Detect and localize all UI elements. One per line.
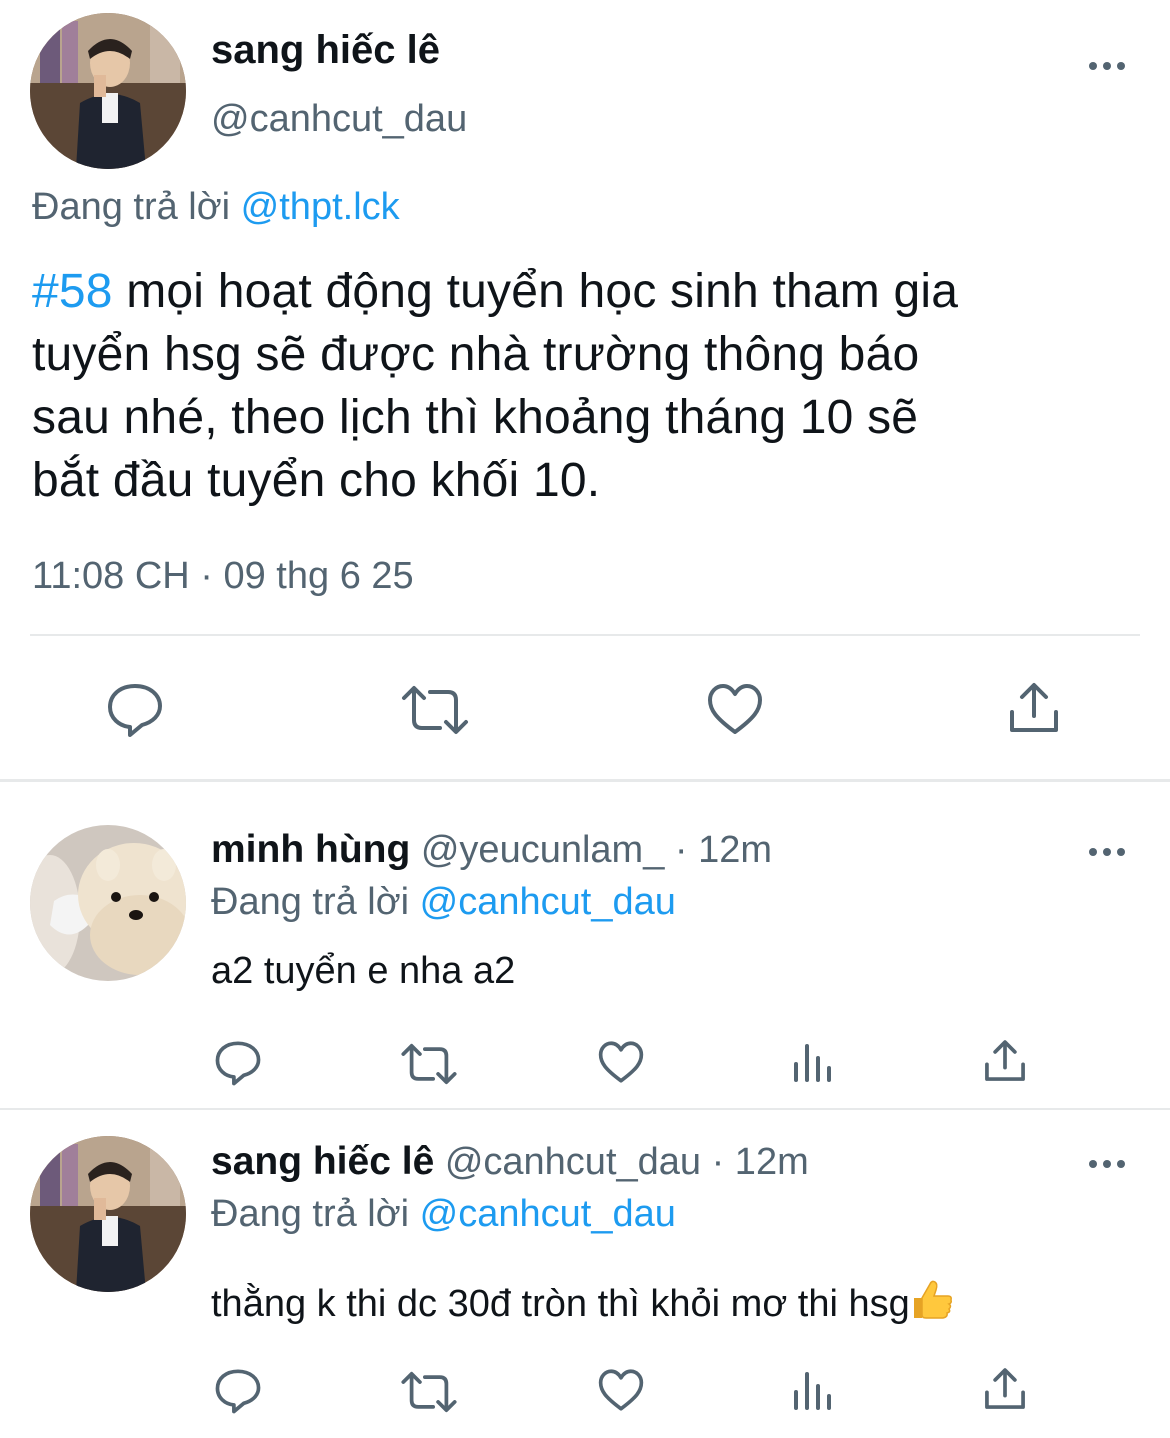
retweet-icon[interactable] bbox=[400, 1370, 458, 1414]
main-handle[interactable]: @canhcut_dau bbox=[211, 98, 467, 141]
like-icon[interactable] bbox=[597, 1368, 645, 1412]
replying-mention[interactable]: @thpt.lck bbox=[241, 186, 400, 228]
like-icon[interactable] bbox=[597, 1040, 645, 1084]
thumbs-up-icon bbox=[910, 1278, 954, 1330]
reply-display-name[interactable]: sang hiếc lê bbox=[211, 1140, 434, 1183]
main-avatar[interactable] bbox=[30, 13, 186, 169]
share-icon[interactable] bbox=[982, 1366, 1028, 1412]
more-options-icon[interactable] bbox=[1087, 842, 1127, 862]
reply-icon[interactable] bbox=[106, 682, 164, 738]
replying-prefix: Đang trả lời bbox=[211, 1193, 410, 1235]
reply-icon[interactable] bbox=[214, 1368, 262, 1414]
reply-time[interactable]: · 12m bbox=[712, 1141, 809, 1183]
reply-handle[interactable]: @canhcut_dau bbox=[445, 1141, 701, 1183]
reply-avatar[interactable] bbox=[30, 1136, 186, 1292]
tweet-timestamp[interactable]: 11:08 CH · 09 thg 6 25 bbox=[32, 555, 414, 598]
divider bbox=[30, 634, 1140, 636]
tweet-text-line1: mọi hoạt động tuyển học sinh tham gia bbox=[112, 265, 959, 318]
reply-display-name[interactable]: minh hùng bbox=[211, 828, 410, 871]
tweet-text-line2: tuyển hsg sẽ được nhà trường thông báo bbox=[32, 328, 920, 381]
reply-text-row: thằng k thi dc 30đ tròn thì khỏi mơ thi … bbox=[211, 1278, 954, 1330]
reply-text: a2 tuyển e nha a2 bbox=[211, 950, 516, 992]
analytics-icon[interactable] bbox=[792, 1042, 832, 1082]
analytics-icon[interactable] bbox=[792, 1370, 832, 1410]
reply-header: sang hiếc lê @canhcut_dau · 12m bbox=[211, 1140, 809, 1184]
replying-mention[interactable]: @canhcut_dau bbox=[420, 881, 676, 923]
retweet-icon[interactable] bbox=[400, 684, 470, 736]
replying-mention[interactable]: @canhcut_dau bbox=[420, 1193, 676, 1235]
section-divider bbox=[0, 1108, 1170, 1110]
reply-replying-to: Đang trả lời @canhcut_dau bbox=[211, 1193, 676, 1236]
tweet-text: #58 mọi hoạt động tuyển học sinh tham gi… bbox=[32, 260, 1152, 512]
replying-to: Đang trả lời @thpt.lck bbox=[32, 186, 400, 229]
reply-replying-to: Đang trả lời @canhcut_dau bbox=[211, 881, 676, 924]
replying-prefix: Đang trả lời bbox=[32, 186, 231, 228]
retweet-icon[interactable] bbox=[400, 1042, 458, 1086]
tweet-text-line3: sau nhé, theo lịch thì khoảng tháng 10 s… bbox=[32, 391, 919, 444]
reply-avatar[interactable] bbox=[30, 825, 186, 981]
section-divider bbox=[0, 779, 1170, 782]
reply-header: minh hùng @yeucunlam_ · 12m bbox=[211, 828, 772, 872]
hashtag[interactable]: #58 bbox=[32, 265, 113, 318]
share-icon[interactable] bbox=[1006, 680, 1062, 736]
like-icon[interactable] bbox=[706, 682, 764, 736]
reply-text: thằng k thi dc 30đ tròn thì khỏi mơ thi … bbox=[211, 1283, 910, 1325]
tweet-text-line4: bắt đầu tuyển cho khối 10. bbox=[32, 454, 601, 507]
reply-handle[interactable]: @yeucunlam_ bbox=[421, 829, 664, 871]
more-options-icon[interactable] bbox=[1087, 56, 1127, 76]
share-icon[interactable] bbox=[982, 1038, 1028, 1084]
reply-icon[interactable] bbox=[214, 1040, 262, 1086]
replying-prefix: Đang trả lời bbox=[211, 881, 410, 923]
main-display-name[interactable]: sang hiếc lê bbox=[211, 28, 440, 73]
more-options-icon[interactable] bbox=[1087, 1154, 1127, 1174]
reply-time[interactable]: · 12m bbox=[675, 829, 772, 871]
